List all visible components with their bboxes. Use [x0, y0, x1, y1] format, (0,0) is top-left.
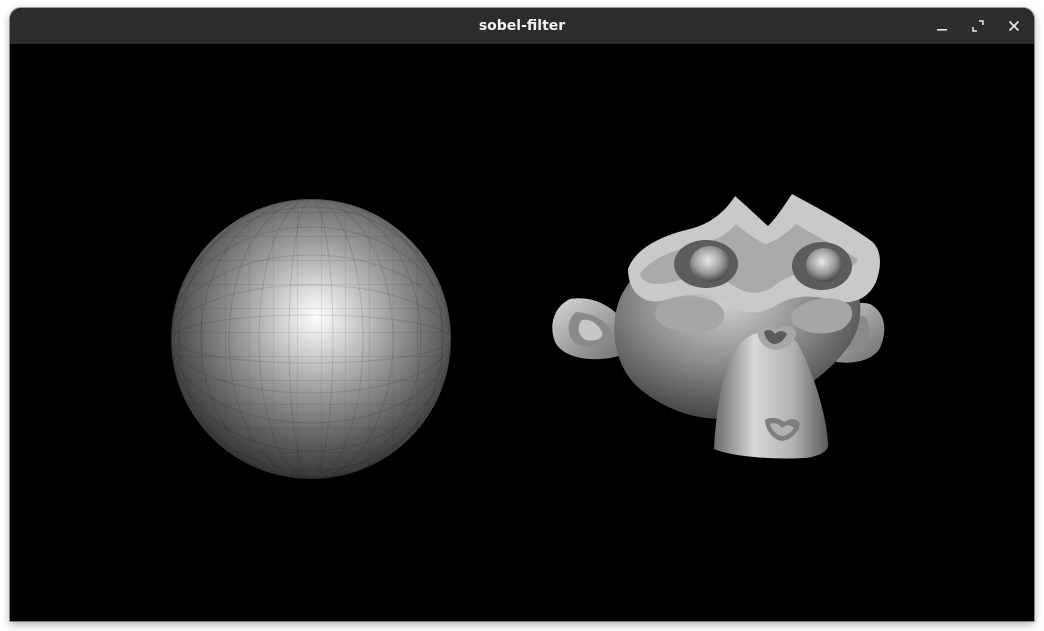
window-controls [930, 14, 1026, 38]
suzanne-monkey-head [552, 194, 885, 459]
close-button[interactable] [1002, 14, 1026, 38]
render-viewport[interactable] [10, 44, 1034, 621]
minimize-button[interactable] [930, 14, 954, 38]
minimize-icon [937, 29, 947, 31]
maximize-button[interactable] [966, 14, 990, 38]
scene-canvas [171, 194, 885, 479]
title-bar[interactable]: sobel-filter [10, 8, 1034, 45]
close-icon [1008, 20, 1020, 32]
window-title: sobel-filter [478, 18, 566, 34]
uv-sphere [171, 199, 451, 479]
app-window: sobel-filter [10, 8, 1034, 621]
maximize-icon [972, 20, 984, 32]
